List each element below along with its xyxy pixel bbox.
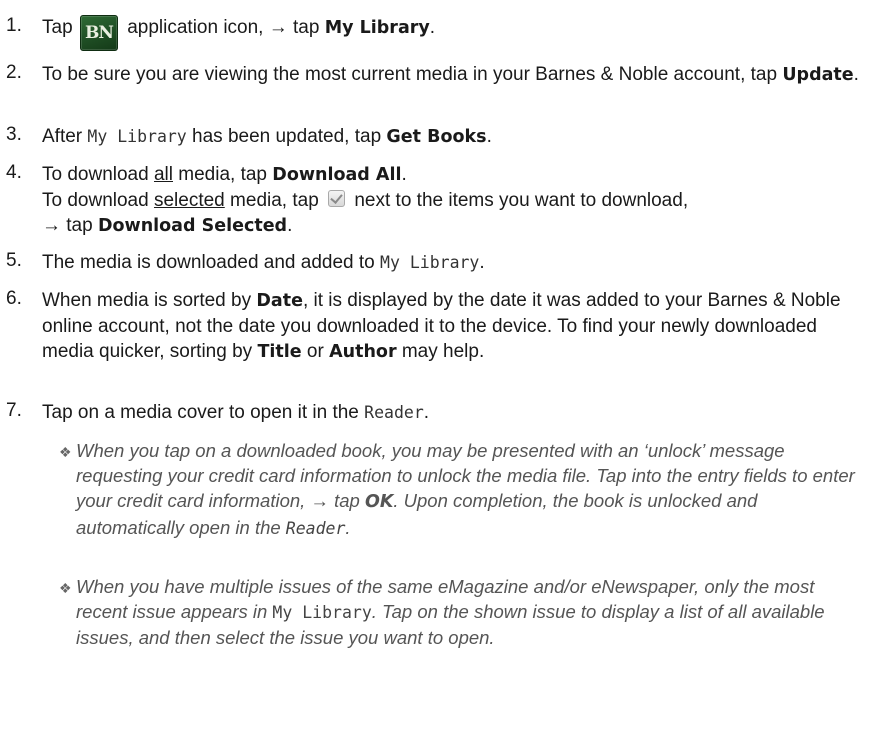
step-text: Tap BN application icon, → tap My Librar… [42, 15, 868, 51]
note-unlock: ❖ When you tap on a downloaded book, you… [59, 440, 855, 538]
step-text: To be sure you are viewing the most curr… [42, 64, 859, 85]
checkbox-icon [328, 190, 346, 207]
diamond-bullet-icon: ❖ [59, 444, 72, 460]
step-number: 7. [6, 400, 22, 421]
step-number: 4. [6, 162, 22, 183]
step-text: To download all media, tap Download All.… [42, 164, 689, 236]
step-text: When media is sorted by Date, it is disp… [42, 290, 841, 362]
note-multiple-issues: ❖ When you have multiple issues of the s… [59, 576, 825, 648]
step-number: 6. [6, 288, 22, 309]
bn-app-icon: BN [79, 15, 118, 51]
step-text: The media is downloaded and added to My … [42, 252, 485, 273]
step-number: 3. [6, 124, 22, 145]
step-text: After My Library has been updated, tap G… [42, 126, 492, 147]
step-number: 1. [6, 15, 22, 36]
diamond-bullet-icon: ❖ [59, 580, 72, 596]
step-text: Tap on a media cover to open it in the R… [42, 402, 430, 423]
step-number: 2. [6, 62, 22, 83]
step-number: 5. [6, 250, 22, 271]
